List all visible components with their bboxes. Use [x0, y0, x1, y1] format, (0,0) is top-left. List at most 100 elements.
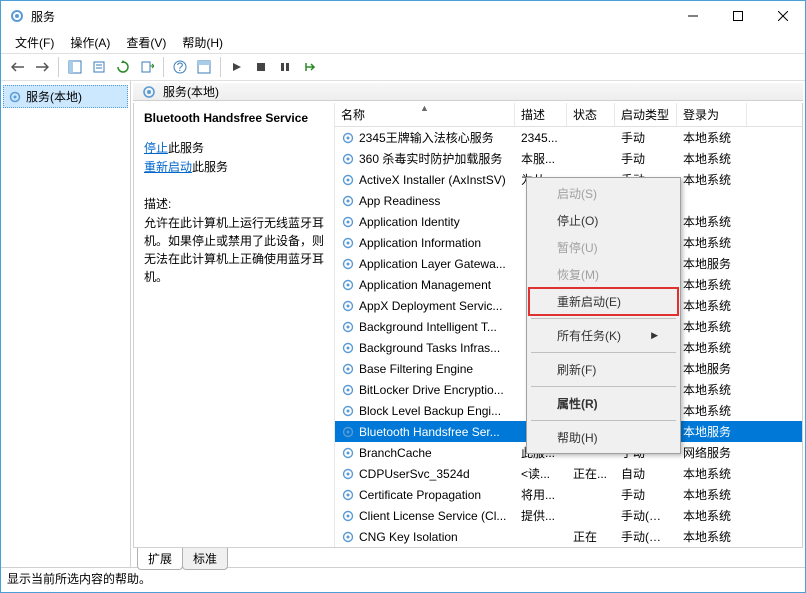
cell-login: 本地系统: [677, 486, 747, 503]
stop-service-button[interactable]: [250, 56, 272, 78]
cell-name: CDPUserSvc_3524d: [335, 467, 515, 481]
cell-login: 本地系统: [677, 339, 747, 356]
start-service-button[interactable]: [226, 56, 248, 78]
cell-login: 本地系统: [677, 465, 747, 482]
menu-action[interactable]: 操作(A): [62, 32, 118, 53]
main-area: 服务(本地) 服务(本地) Bluetooth Handsfree Servic…: [1, 81, 805, 567]
restart-suffix: 此服务: [192, 160, 228, 174]
cell-login: 本地系统: [677, 381, 747, 398]
cell-login: 本地系统: [677, 234, 747, 251]
cell-login: 本地系统: [677, 402, 747, 419]
stop-link[interactable]: 停止: [144, 141, 168, 155]
cell-name: Application Management: [335, 278, 515, 292]
service-row[interactable]: 2345王牌输入法核心服务2345... 手动本地系统: [335, 127, 802, 148]
menu-help[interactable]: 帮助(H): [174, 32, 231, 53]
cell-startup: 手动: [615, 486, 677, 503]
minimize-button[interactable]: [670, 1, 715, 31]
context-menu: 启动(S) 停止(O) 暂停(U) 恢复(M) 重新启动(E) 所有任务(K)▶…: [526, 177, 681, 454]
ctx-pause: 暂停(U): [529, 234, 678, 261]
ctx-all-tasks[interactable]: 所有任务(K)▶: [529, 322, 678, 349]
statusbar: 显示当前所选内容的帮助。: [1, 567, 805, 589]
ctx-help[interactable]: 帮助(H): [529, 424, 678, 451]
col-header-desc[interactable]: 描述: [515, 103, 567, 126]
tree-item-services-local[interactable]: 服务(本地): [3, 85, 128, 108]
tree-item-label: 服务(本地): [26, 88, 82, 105]
toolbar: ?: [1, 53, 805, 81]
cell-startup: 手动(触发...: [615, 507, 677, 524]
cell-login: 本地系统: [677, 129, 747, 146]
cell-login: 本地系统: [677, 213, 747, 230]
cell-name: CNG Key Isolation: [335, 530, 515, 544]
tree-pane: 服务(本地): [1, 81, 131, 567]
menubar: 文件(F) 操作(A) 查看(V) 帮助(H): [1, 31, 805, 53]
maximize-button[interactable]: [715, 1, 760, 31]
svg-text:?: ?: [177, 60, 184, 74]
pause-service-button[interactable]: [274, 56, 296, 78]
cell-desc: 本服...: [515, 150, 567, 167]
sort-asc-icon: ▲: [420, 103, 429, 113]
export-button[interactable]: [136, 56, 158, 78]
close-button[interactable]: [760, 1, 805, 31]
cell-name: Client License Service (Cl...: [335, 509, 515, 523]
gear-icon: [8, 90, 22, 104]
tab-extended[interactable]: 扩展: [137, 548, 183, 570]
ctx-refresh[interactable]: 刷新(F): [529, 356, 678, 383]
app-icon: [9, 8, 25, 24]
cell-name: Block Level Backup Engi...: [335, 404, 515, 418]
col-header-startup[interactable]: 启动类型: [615, 103, 677, 126]
restart-service-button[interactable]: [298, 56, 320, 78]
show-detail-button[interactable]: [193, 56, 215, 78]
cell-desc: 提供...: [515, 507, 567, 524]
col-header-login[interactable]: 登录为: [677, 103, 747, 126]
properties-button[interactable]: [88, 56, 110, 78]
pane-header-title: 服务(本地): [163, 83, 219, 100]
col-header-status[interactable]: 状态: [567, 103, 615, 126]
ctx-stop[interactable]: 停止(O): [529, 207, 678, 234]
restart-link[interactable]: 重新启动: [144, 160, 192, 174]
cell-desc: 2345...: [515, 131, 567, 145]
cell-name: BitLocker Drive Encryptio...: [335, 383, 515, 397]
service-row[interactable]: CNG Key Isolation正在手动(触发本地系统: [335, 526, 802, 547]
titlebar: 服务: [1, 1, 805, 31]
service-row[interactable]: Client License Service (Cl...提供... 手动(触发.…: [335, 505, 802, 526]
cell-name: Application Information: [335, 236, 515, 250]
detail-desc: 允许在此计算机上运行无线蓝牙耳机。如果停止或禁用了此设备，则无法在此计算机上正确…: [144, 214, 324, 286]
cell-login: 本地系统: [677, 318, 747, 335]
cell-name: Background Intelligent T...: [335, 320, 515, 334]
menu-file[interactable]: 文件(F): [7, 32, 62, 53]
cell-name: App Readiness: [335, 194, 515, 208]
refresh-button[interactable]: [112, 56, 134, 78]
cell-login: 网络服务: [677, 444, 747, 461]
show-hide-tree-button[interactable]: [64, 56, 86, 78]
cell-status: 正在...: [567, 465, 615, 482]
cell-status: 正在: [567, 528, 615, 545]
pane-header: 服务(本地): [133, 83, 803, 101]
col-header-name[interactable]: 名称▲: [335, 103, 515, 126]
service-row[interactable]: CDPUserSvc_3524d<读...正在...自动本地系统: [335, 463, 802, 484]
cell-login: 本地服务: [677, 360, 747, 377]
ctx-start: 启动(S): [529, 180, 678, 207]
chevron-right-icon: ▶: [651, 330, 658, 341]
list-header: 名称▲ 描述 状态 启动类型 登录为: [335, 103, 802, 127]
cell-name: Application Layer Gatewa...: [335, 257, 515, 271]
back-button[interactable]: [7, 56, 29, 78]
cell-name: ActiveX Installer (AxInstSV): [335, 173, 515, 187]
cell-name: 2345王牌输入法核心服务: [335, 129, 515, 146]
menu-view[interactable]: 查看(V): [118, 32, 174, 53]
service-row[interactable]: Certificate Propagation将用...手动本地系统: [335, 484, 802, 505]
tab-standard[interactable]: 标准: [182, 548, 228, 570]
cell-login: 本地服务: [677, 423, 747, 440]
ctx-properties[interactable]: 属性(R): [529, 390, 678, 417]
service-row[interactable]: 360 杀毒实时防护加载服务本服...手动本地系统: [335, 148, 802, 169]
ctx-resume: 恢复(M): [529, 261, 678, 288]
ctx-restart[interactable]: 重新启动(E): [529, 288, 678, 315]
statusbar-text: 显示当前所选内容的帮助。: [7, 570, 151, 587]
detail-service-name: Bluetooth Handsfree Service: [144, 111, 324, 125]
help-button[interactable]: ?: [169, 56, 191, 78]
tabs: 扩展 标准: [133, 548, 803, 570]
content-pane: 服务(本地) Bluetooth Handsfree Service 停止此服务…: [131, 81, 805, 567]
forward-button[interactable]: [31, 56, 53, 78]
cell-login: 本地系统: [677, 276, 747, 293]
cell-startup: 手动: [615, 129, 677, 146]
cell-login: 本地系统: [677, 150, 747, 167]
